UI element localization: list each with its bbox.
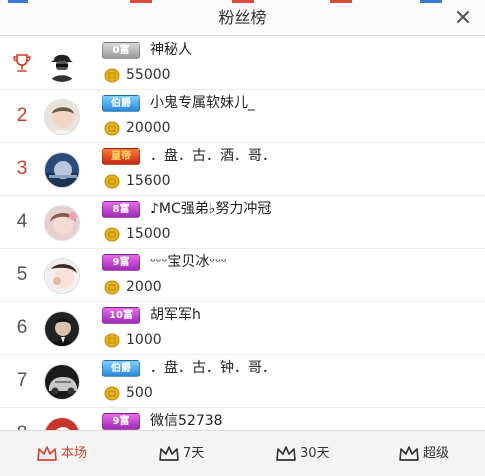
tab-7-days[interactable]: 7天 — [158, 431, 204, 476]
username[interactable]: ．盘．古．酒．哥． — [150, 146, 276, 166]
coin-icon — [104, 386, 120, 401]
username[interactable]: ᵕᵕᵕ宝贝冰ᵕᵕᵕ — [150, 252, 227, 272]
rank-number: 8 — [6, 408, 38, 430]
coin-icon — [104, 333, 120, 348]
avatar[interactable] — [44, 311, 80, 347]
tab-super[interactable]: 超级 — [398, 431, 449, 476]
username[interactable]: 小鬼专属软妹儿_ — [150, 93, 255, 113]
score: 15600 — [126, 173, 171, 189]
avatar[interactable] — [44, 258, 80, 294]
tab-30-days[interactable]: 30天 — [275, 431, 330, 476]
list-item[interactable]: 6 10富 胡军军h 1000 — [0, 302, 485, 355]
avatar[interactable] — [44, 417, 80, 430]
username[interactable]: 神秘人 — [150, 40, 192, 60]
crown-icon — [399, 445, 419, 461]
close-button[interactable] — [453, 7, 473, 27]
tab-label: 30天 — [300, 446, 330, 461]
crown-icon — [276, 445, 296, 461]
username[interactable]: ♪MC强弟♭努力冲冠 — [150, 199, 271, 219]
score: 2000 — [126, 279, 162, 295]
level-badge: 9富 — [102, 254, 140, 271]
score: 1000 — [126, 332, 162, 348]
level-badge: 伯爵 — [102, 95, 140, 112]
rank-number: 2 — [16, 105, 28, 126]
username[interactable]: 微信52738 — [150, 411, 223, 430]
level-badge: 皇帝 — [102, 148, 140, 165]
rank-number: 4 — [16, 211, 28, 232]
score: 15000 — [126, 226, 171, 242]
page-title: 粉丝榜 — [218, 8, 267, 27]
avatar[interactable] — [44, 152, 80, 188]
crown-icon — [159, 445, 179, 461]
rank-number: 6 — [16, 317, 28, 338]
rank-number: 3 — [16, 158, 28, 179]
rank-number: 7 — [16, 370, 28, 391]
score: 20000 — [126, 120, 171, 136]
list-item[interactable]: 4 8富 ♪MC强弟♭努力冲冠 15000 — [0, 196, 485, 249]
rank-number: 5 — [16, 264, 28, 285]
avatar[interactable] — [44, 46, 80, 82]
level-badge: 伯爵 — [102, 360, 140, 377]
tab-label: 7天 — [183, 446, 205, 461]
tab-label: 超级 — [423, 446, 450, 461]
score: 55000 — [126, 67, 171, 83]
coin-icon — [104, 227, 120, 242]
tab-label: 本场 — [61, 446, 88, 461]
coin-icon — [104, 280, 120, 295]
avatar[interactable] — [44, 205, 80, 241]
level-badge: 0富 — [102, 42, 140, 59]
username[interactable]: 胡军军h — [150, 305, 201, 325]
coin-icon — [104, 174, 120, 189]
level-badge: 8富 — [102, 201, 140, 218]
tab-current-show[interactable]: 本场 — [36, 431, 87, 476]
avatar[interactable] — [44, 99, 80, 135]
list-item[interactable]: 5 9富 ᵕᵕᵕ宝贝冰ᵕᵕᵕ 2000 — [0, 249, 485, 302]
level-badge: 10富 — [102, 307, 140, 324]
trophy-icon — [6, 37, 38, 89]
list-item[interactable]: 8 9富 微信52738 — [0, 408, 485, 430]
score: 500 — [126, 385, 153, 401]
list-item[interactable]: 2 伯爵 小鬼专属软妹儿_ 20000 — [0, 90, 485, 143]
fan-list[interactable]: 0富 神秘人 55000 2 伯爵 小鬼专属软妹儿_ 20000 3 皇帝 ．盘… — [0, 37, 485, 430]
coin-icon — [104, 121, 120, 136]
close-icon — [457, 11, 469, 23]
username[interactable]: ．盘．古．钟．哥． — [150, 358, 276, 378]
avatar[interactable] — [44, 364, 80, 400]
list-item[interactable]: 3 皇帝 ．盘．古．酒．哥． 15600 — [0, 143, 485, 196]
tab-bar: 本场 7天 30天 超级 — [0, 430, 485, 476]
level-badge: 9富 — [102, 413, 140, 430]
header: 粉丝榜 — [0, 0, 485, 36]
list-item[interactable]: 7 伯爵 ．盘．古．钟．哥． 500 — [0, 355, 485, 408]
crown-icon — [37, 445, 57, 461]
coin-icon — [104, 68, 120, 83]
list-item[interactable]: 0富 神秘人 55000 — [0, 37, 485, 90]
